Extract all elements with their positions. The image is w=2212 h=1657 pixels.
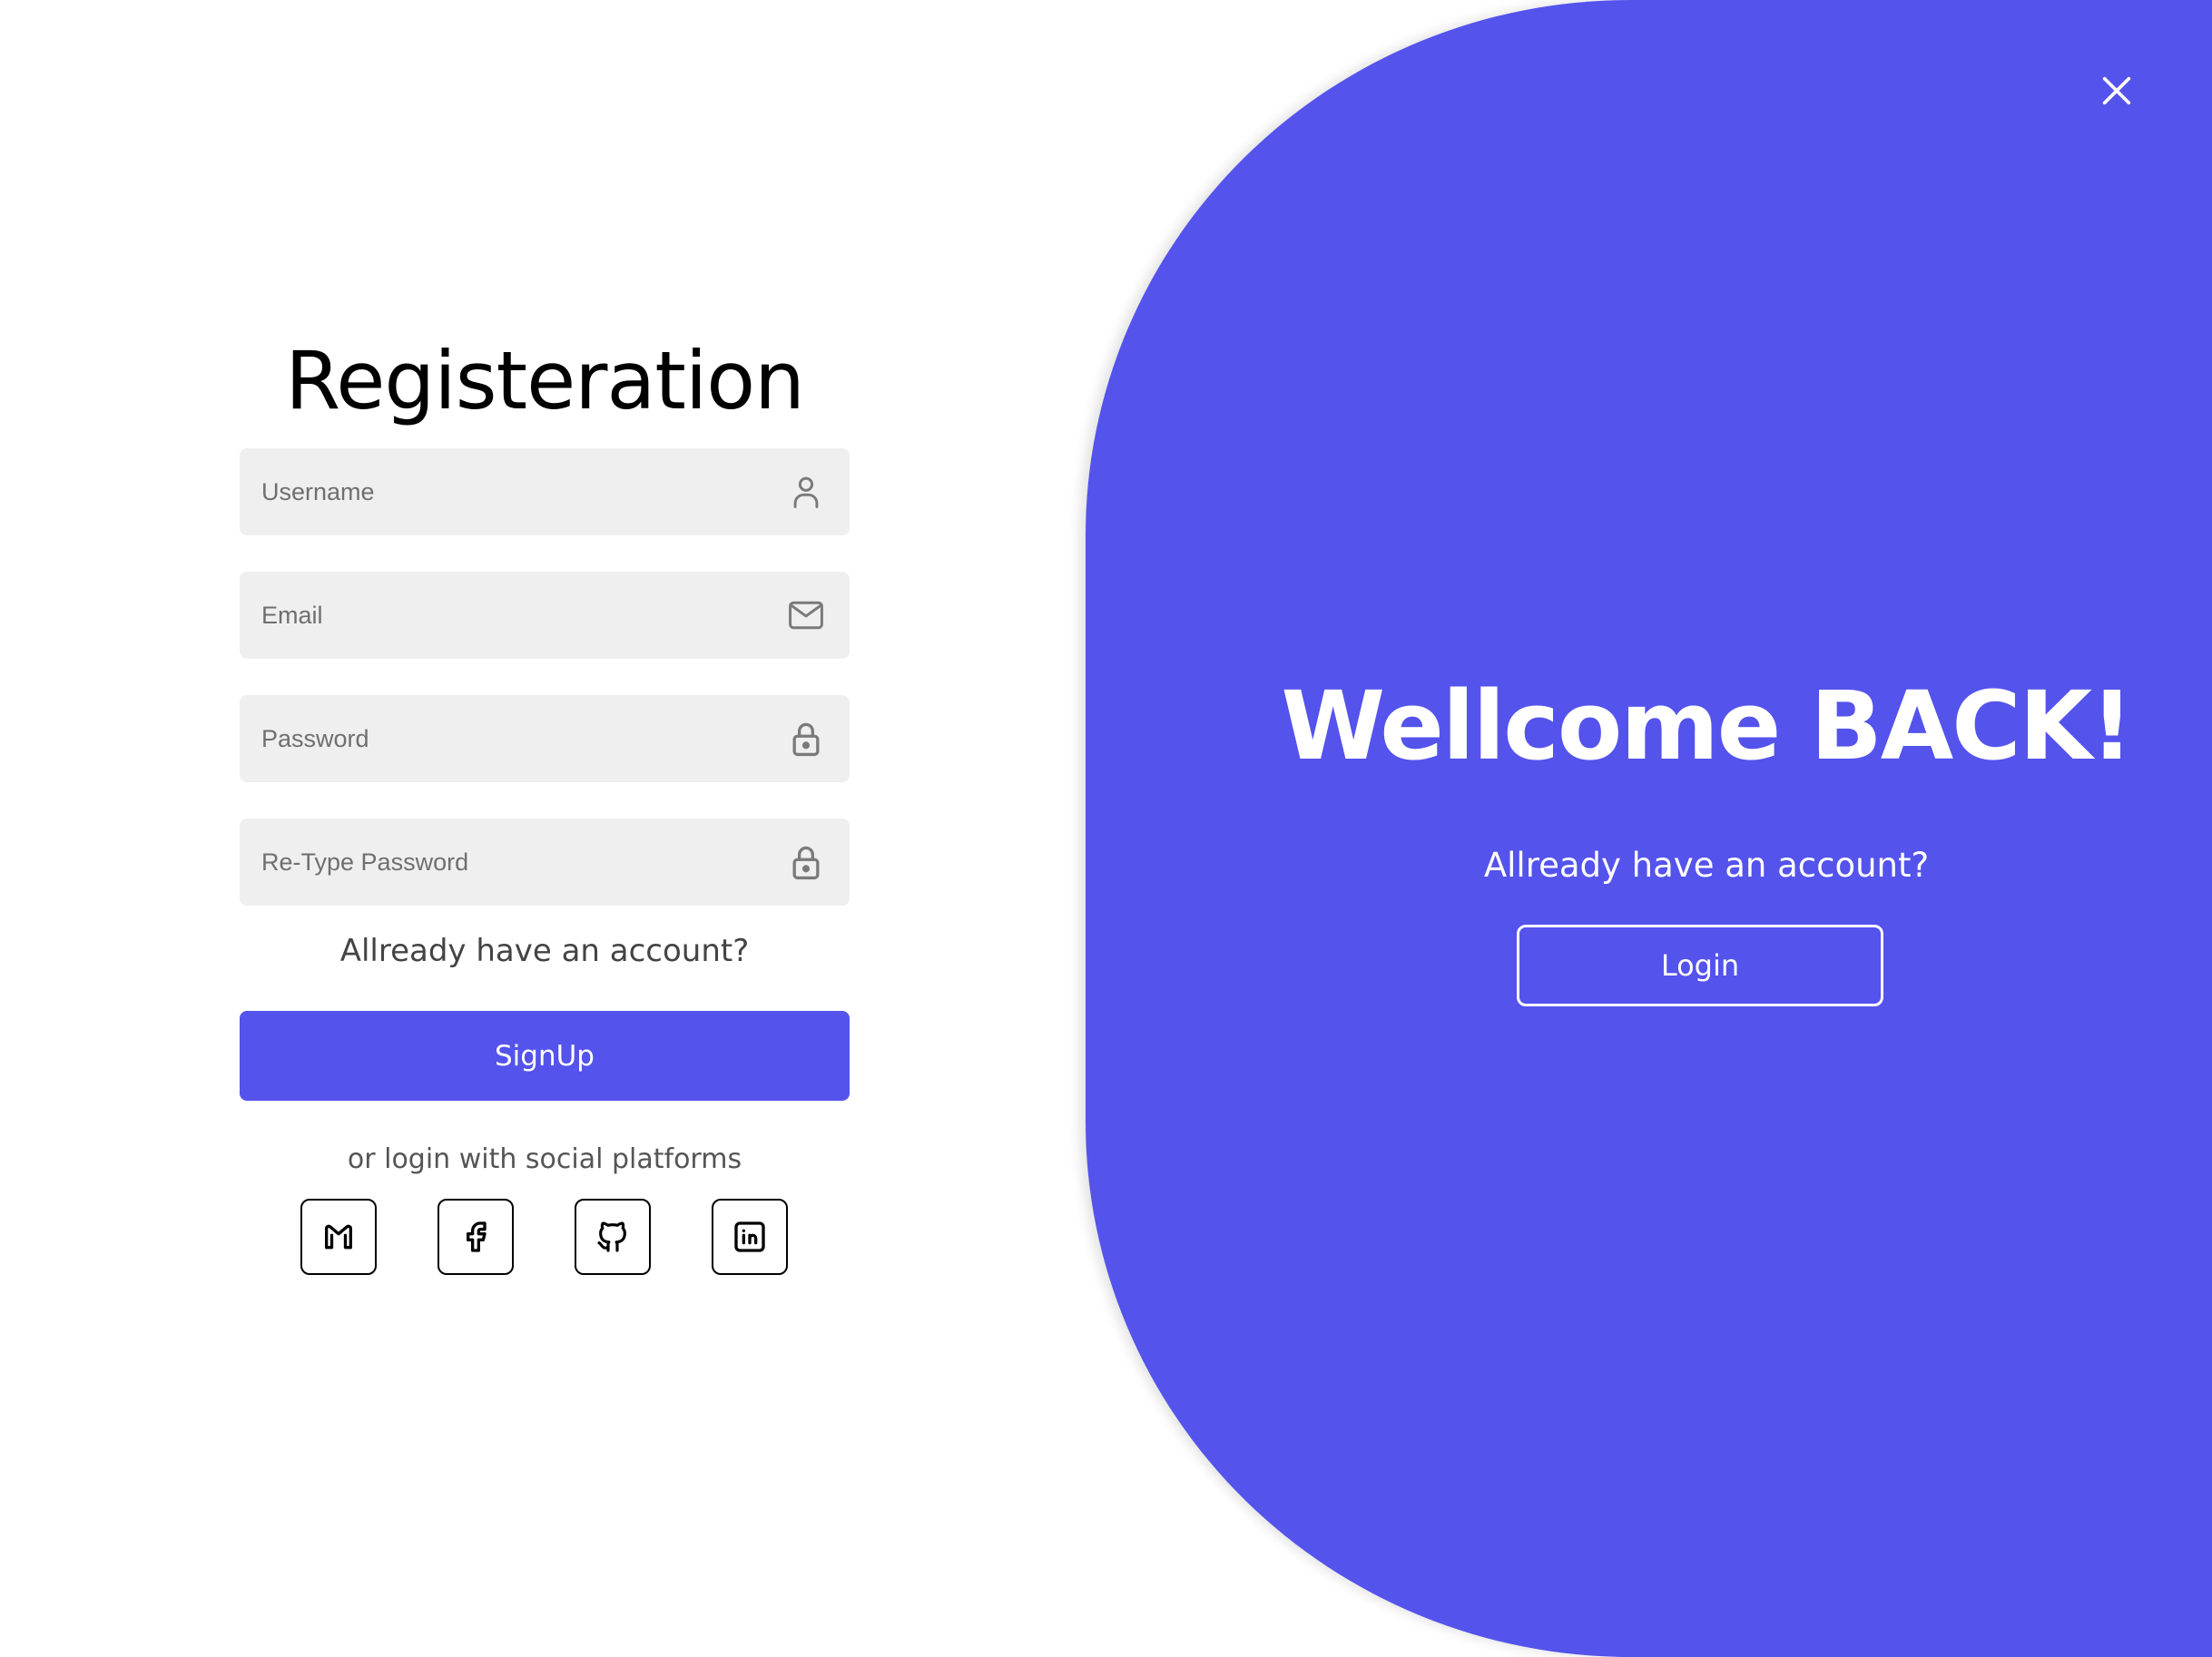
retype-password-field[interactable] [240,819,850,906]
lock-icon [786,842,826,882]
welcome-panel [1086,0,2212,1657]
facebook-icon [467,1221,487,1252]
welcome-title: Wellcome BACK! [1281,671,2133,781]
form-title: Registeration [285,334,805,427]
page: Registeration Username Email Allready ha… [0,0,2212,1657]
github-button[interactable] [575,1199,651,1275]
facebook-button[interactable] [437,1199,514,1275]
linkedin-button[interactable] [712,1199,788,1275]
lock-icon [786,719,826,759]
login-button[interactable]: Login [1517,925,1883,1006]
welcome-subtitle: Allready have an account? [1483,846,1930,885]
username-field[interactable] [240,448,850,535]
already-have-account-link[interactable]: Allready have an account? [240,927,850,975]
github-icon [597,1221,626,1252]
social-login-text: or login with social platforms [347,1143,742,1175]
linkedin-icon [734,1221,765,1252]
envelope-icon [786,595,826,635]
user-icon [786,472,826,512]
registration-form: Registeration Username Email Allready ha… [240,327,850,1275]
retype-password-input[interactable] [240,819,748,906]
password-input[interactable] [240,695,748,782]
social-buttons [240,1199,850,1275]
close-icon[interactable] [2099,73,2135,109]
password-field[interactable] [240,695,850,782]
gmail-button[interactable] [300,1199,377,1275]
email-input[interactable] [240,572,748,659]
signup-button[interactable]: SignUp [240,1011,850,1101]
gmail-icon [325,1224,352,1250]
username-input[interactable] [240,448,748,535]
email-field[interactable] [240,572,850,659]
